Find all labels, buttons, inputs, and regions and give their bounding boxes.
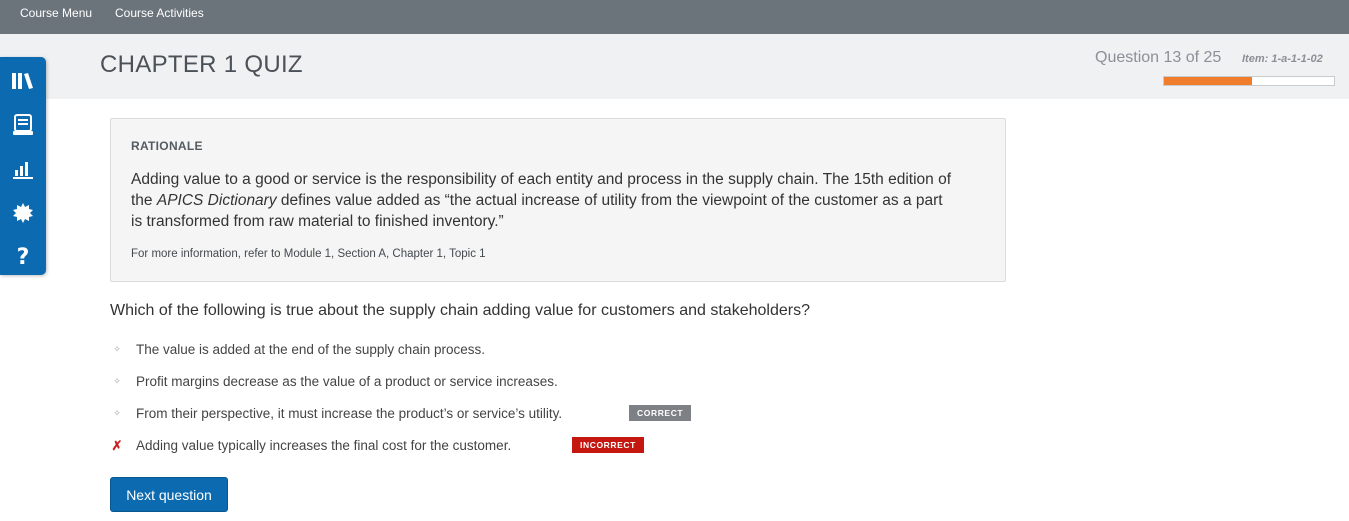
question-progress-text: Question 13 of 25	[1095, 49, 1222, 66]
cross-icon: ✗	[111, 438, 123, 453]
progress-bar	[1163, 76, 1335, 86]
unselected-marker-icon: ✧	[113, 376, 121, 386]
answer-option-selected-incorrect[interactable]: ✗ Adding value typically increases the f…	[110, 437, 810, 459]
question-text: Which of the following is true about the…	[110, 302, 810, 319]
next-question-button[interactable]: Next question	[110, 477, 228, 512]
answer-text: The value is added at the end of the sup…	[136, 342, 485, 357]
course-activities-link[interactable]: Course Activities	[115, 6, 204, 20]
item-id: Item: 1-a-1-1-02	[1242, 53, 1323, 65]
quiz-header: CHAPTER 1 QUIZ Question 13 of 25 Item: 1…	[0, 34, 1349, 99]
notebook-icon	[13, 114, 33, 135]
library-icon	[12, 73, 33, 89]
rationale-heading: RATIONALE	[131, 139, 203, 153]
sidebar-toolbar: ?	[0, 57, 46, 275]
rationale-panel: RATIONALE Adding value to a good or serv…	[110, 118, 1006, 282]
rationale-reference: For more information, refer to Module 1,…	[131, 248, 486, 260]
sidebar-item-notebook[interactable]	[0, 105, 46, 145]
rationale-body: Adding value to a good or service is the…	[131, 169, 951, 232]
sidebar-item-library[interactable]	[0, 61, 46, 101]
answer-text: Adding value typically increases the fin…	[136, 438, 512, 453]
top-nav-bar: Course Menu Course Activities	[0, 0, 1349, 34]
incorrect-badge: INCORRECT	[572, 437, 644, 453]
progress-bar-fill	[1164, 77, 1253, 85]
answer-option[interactable]: ✧ Profit margins decrease as the value o…	[110, 373, 810, 395]
sidebar-item-help[interactable]: ?	[0, 237, 46, 277]
rationale-dictionary-title: APICS Dictionary	[156, 192, 277, 209]
unselected-marker-icon: ✧	[113, 344, 121, 354]
sidebar-item-stats[interactable]	[0, 149, 46, 189]
correct-badge: CORRECT	[629, 405, 692, 421]
answer-text: Profit margins decrease as the value of …	[136, 374, 558, 389]
answer-option-correct[interactable]: ✧ From their perspective, it must increa…	[110, 405, 810, 427]
unselected-marker-icon: ✧	[113, 408, 121, 418]
course-menu-link[interactable]: Course Menu	[20, 6, 92, 20]
gear-icon	[13, 203, 33, 223]
sidebar-item-settings[interactable]	[0, 193, 46, 233]
answer-option[interactable]: ✧ The value is added at the end of the s…	[110, 341, 810, 363]
page-title: CHAPTER 1 QUIZ	[100, 51, 303, 78]
help-icon: ?	[16, 244, 30, 270]
bar-chart-icon	[13, 162, 33, 179]
answer-text: From their perspective, it must increase…	[136, 406, 563, 421]
